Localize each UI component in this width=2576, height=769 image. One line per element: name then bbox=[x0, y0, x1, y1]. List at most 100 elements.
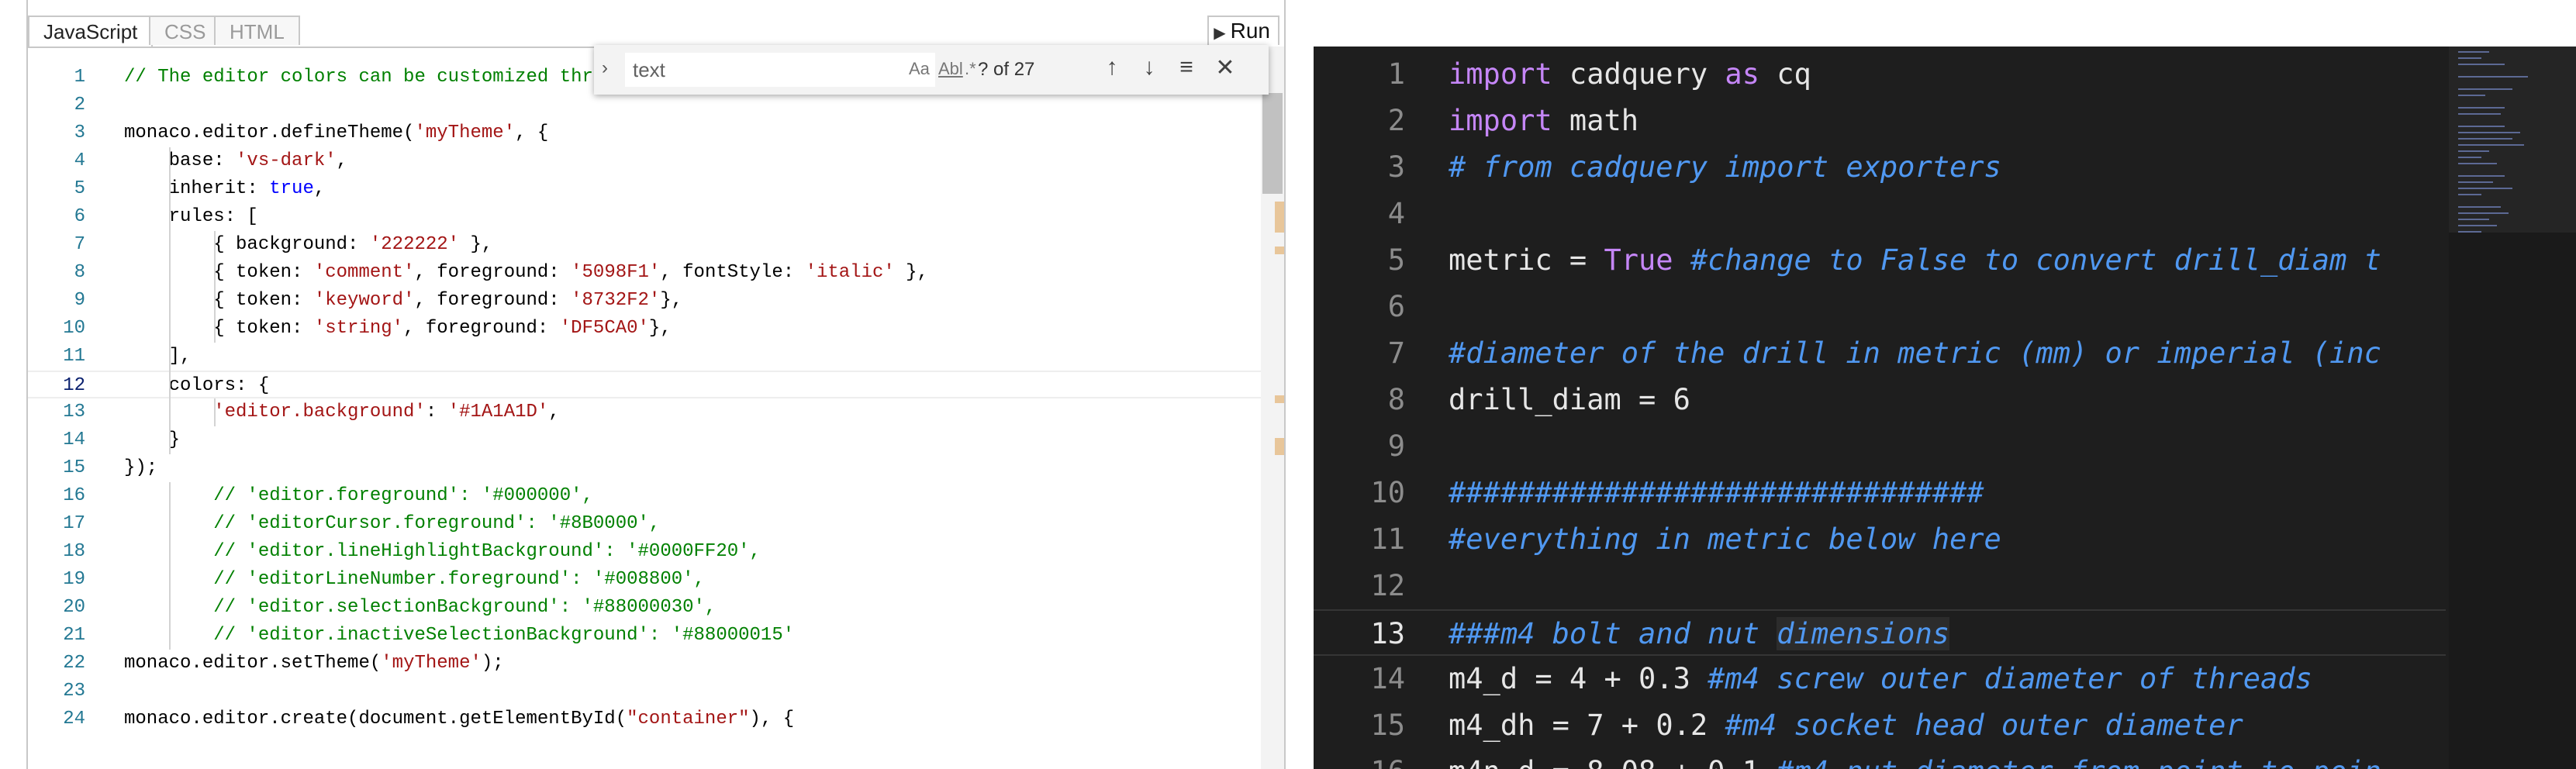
token-cm: # from cadquery import exporters bbox=[1449, 150, 2001, 184]
regex-toggle[interactable]: .* bbox=[965, 59, 976, 79]
match-whole-word-toggle[interactable]: Abl bbox=[938, 59, 963, 79]
code-text: // 'editor.lineHighlightBackground': '#0… bbox=[124, 538, 761, 566]
code-line[interactable]: 1 import cadquery as cq bbox=[1314, 51, 2446, 98]
minimap-slider[interactable] bbox=[2449, 47, 2576, 233]
minimap-line bbox=[2458, 57, 2481, 59]
tab-javascript[interactable]: JavaScript bbox=[28, 16, 154, 47]
code-line[interactable]: 15 m4_dh = 7 + 0.2 #m4 socket head outer … bbox=[1314, 702, 2446, 749]
code-line[interactable]: 11 #everything in metric below here bbox=[1314, 516, 2446, 563]
code-text: monaco.editor.create(document.getElement… bbox=[124, 705, 794, 733]
minimap-line bbox=[2458, 231, 2481, 233]
code-line[interactable]: 11 ], bbox=[28, 343, 1261, 371]
code-line[interactable]: 12 bbox=[1314, 563, 2446, 609]
code-text: #diameter of the drill in metric (mm) or… bbox=[1449, 330, 2381, 377]
code-line[interactable]: 16 m4n_d = 8.08 + 0.1 #m4 nut diameter fr… bbox=[1314, 749, 2446, 769]
code-line[interactable]: 10 ############################### bbox=[1314, 470, 2446, 516]
code-line[interactable]: 14 m4_d = 4 + 0.3 #m4 screw outer diamete… bbox=[1314, 656, 2446, 702]
token-cm: #m4 socket head outer diameter bbox=[1725, 709, 2243, 742]
scrollbar-thumb[interactable] bbox=[1262, 93, 1283, 194]
token-string: 'DF5CA0' bbox=[559, 318, 649, 339]
line-number: 13 bbox=[1370, 617, 1405, 650]
code-text: { token: 'string', foreground: 'DF5CA0'}… bbox=[124, 315, 672, 343]
line-number: 12 bbox=[63, 375, 85, 396]
next-match-arrow-down-icon[interactable]: ↓ bbox=[1135, 54, 1163, 81]
code-text: { background: '222222' }, bbox=[124, 231, 492, 259]
code-line[interactable]: 23 bbox=[28, 678, 1261, 705]
code-line[interactable]: 8 { token: 'comment', foreground: '5098F… bbox=[28, 259, 1261, 287]
code-line[interactable]: 13 ###m4 bolt and nut dimensions bbox=[1314, 609, 2446, 656]
code-line[interactable]: 3 monaco.editor.defineTheme('myTheme', { bbox=[28, 119, 1261, 147]
code-line[interactable]: 3 # from cadquery import exporters bbox=[1314, 144, 2446, 191]
token-comment: // 'editor.selectionBackground': '#88000… bbox=[124, 597, 717, 618]
token-plain: ], bbox=[124, 346, 192, 367]
code-line[interactable]: 24 monaco.editor.create(document.getEleme… bbox=[28, 705, 1261, 733]
tab-html[interactable]: HTML bbox=[214, 16, 300, 45]
toggle-replace-chevron-icon[interactable]: › bbox=[602, 57, 608, 79]
code-line[interactable]: 12 colors: { bbox=[28, 371, 1261, 398]
code-text: // 'editor.selectionBackground': '#88000… bbox=[124, 594, 716, 622]
close-icon[interactable]: ✕ bbox=[1211, 54, 1239, 81]
code-line[interactable]: 2 import math bbox=[1314, 98, 2446, 144]
python-editor-dark[interactable]: 1 import cadquery as cq 2 import math 3 # fro… bbox=[1314, 47, 2576, 769]
line-number: 10 bbox=[1370, 476, 1405, 509]
line-number: 11 bbox=[63, 346, 85, 367]
code-line[interactable]: 9 bbox=[1314, 423, 2446, 470]
token-plain: , foreground: bbox=[414, 290, 571, 311]
previous-match-arrow-up-icon[interactable]: ↑ bbox=[1098, 54, 1126, 81]
editor-scrollbar[interactable] bbox=[1261, 47, 1284, 769]
code-line[interactable]: 8 drill_diam = 6 bbox=[1314, 377, 2446, 423]
line-number: 21 bbox=[63, 625, 85, 646]
code-line[interactable]: 7 { background: '222222' }, bbox=[28, 231, 1261, 259]
code-text: monaco.editor.defineTheme('myTheme', { bbox=[124, 119, 548, 147]
code-line[interactable]: 15}); bbox=[28, 454, 1261, 482]
code-line[interactable]: 2 bbox=[28, 91, 1261, 119]
minimap[interactable] bbox=[2449, 47, 2576, 769]
token-plain: { token: bbox=[124, 262, 314, 283]
code-line[interactable]: 4 bbox=[1314, 191, 2446, 237]
code-line[interactable]: 5 inherit: true, bbox=[28, 175, 1261, 203]
code-line[interactable]: 14 } bbox=[28, 426, 1261, 454]
code-line[interactable]: 22 monaco.editor.setTheme('myTheme'); bbox=[28, 650, 1261, 678]
line-number: 23 bbox=[63, 681, 85, 702]
token-plain: colors: { bbox=[124, 375, 270, 396]
token-string: 'myTheme' bbox=[414, 122, 516, 143]
language-tab-bar: JavaScript CSS HTML ▶ Run bbox=[28, 14, 1284, 48]
code-line[interactable]: 16 // 'editor.foreground': '#000000', bbox=[28, 482, 1261, 510]
token-plain: monaco.editor.setTheme( bbox=[124, 653, 382, 674]
token-plain: , foreground: bbox=[403, 318, 560, 339]
code-line[interactable]: 9 { token: 'keyword', foreground: '8732F… bbox=[28, 287, 1261, 315]
code-editor-light[interactable]: 1// The editor colors can be customized … bbox=[28, 47, 1261, 769]
token-string: 'comment' bbox=[313, 262, 415, 283]
code-line[interactable]: 4 base: 'vs-dark', bbox=[28, 147, 1261, 175]
tab-css[interactable]: CSS bbox=[149, 16, 222, 45]
find-in-selection-icon[interactable]: ≡ bbox=[1172, 54, 1200, 81]
code-text: } bbox=[124, 426, 180, 454]
code-line[interactable]: 6 bbox=[1314, 284, 2446, 330]
token-num: 7 bbox=[1587, 709, 1604, 742]
token-comment: // 'editor.lineHighlightBackground': '#0… bbox=[124, 541, 761, 562]
code-line[interactable]: 10 { token: 'string', foreground: 'DF5CA… bbox=[28, 315, 1261, 343]
code-line[interactable]: 5 metric = True #change to False to conve… bbox=[1314, 237, 2446, 284]
code-line[interactable]: 19 // 'editorLineNumber.foreground': '#0… bbox=[28, 566, 1261, 594]
run-button-label: Run bbox=[1230, 19, 1270, 43]
code-text: inherit: true, bbox=[124, 175, 326, 203]
token-cm: #change to False to convert drill_diam t bbox=[1690, 243, 2381, 277]
code-line[interactable]: 20 // 'editor.selectionBackground': '#88… bbox=[28, 594, 1261, 622]
indent-guide bbox=[169, 482, 171, 650]
match-case-toggle[interactable]: Aa bbox=[909, 59, 930, 79]
code-line[interactable]: 6 rules: [ bbox=[28, 203, 1261, 231]
code-line[interactable]: 17 // 'editorCursor.foreground': '#8B000… bbox=[28, 510, 1261, 538]
code-line[interactable]: 13 'editor.background': '#1A1A1D', bbox=[28, 398, 1261, 426]
code-text: rules: [ bbox=[124, 203, 258, 231]
code-line[interactable]: 7 #diameter of the drill in metric (mm) o… bbox=[1314, 330, 2446, 377]
find-input[interactable]: text bbox=[625, 53, 935, 87]
overview-ruler-mark bbox=[1275, 202, 1284, 233]
minimap-line bbox=[2458, 126, 2505, 127]
token-plain: { token: bbox=[124, 318, 314, 339]
code-line[interactable]: 18 // 'editor.lineHighlightBackground': … bbox=[28, 538, 1261, 566]
code-line[interactable]: 21 // 'editor.inactiveSelectionBackgroun… bbox=[28, 622, 1261, 650]
run-button[interactable]: ▶ Run bbox=[1207, 16, 1279, 45]
